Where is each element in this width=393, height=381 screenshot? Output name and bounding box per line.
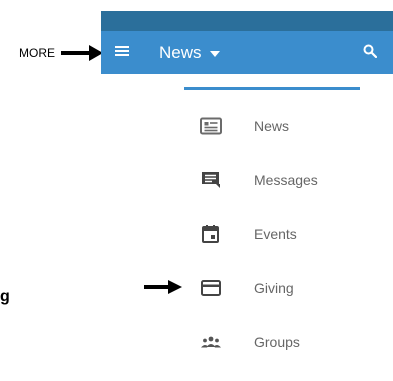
menu-item-news[interactable]: News [184,111,384,141]
search-icon[interactable] [363,44,377,58]
hamburger-menu-icon[interactable] [115,45,129,57]
events-icon [202,225,219,243]
menu-item-label: News [254,118,290,134]
messages-icon [202,172,220,188]
giving-annotation-arrow [144,280,182,294]
status-bar [101,11,393,31]
section-dropdown[interactable]: News [159,41,220,65]
menu-item-label: Messages [254,172,318,188]
giving-icon [201,280,221,296]
app-bar-title: News [159,43,202,62]
more-annotation-arrow [61,45,103,61]
menu-item-messages[interactable]: Messages [184,165,384,195]
menu-item-label: Groups [254,334,300,350]
menu-item-events[interactable]: Events [184,219,384,249]
app-bar: News [101,31,393,74]
menu-item-label: Giving [254,280,294,296]
groups-icon [201,336,221,348]
more-annotation-label: MORE [19,46,55,60]
menu-item-giving[interactable]: Giving [184,273,384,303]
menu-item-label: Events [254,226,297,242]
menu-item-groups[interactable]: Groups [184,327,384,357]
caret-down-icon [209,51,220,57]
partial-text: g [0,288,10,305]
dropdown-top-border [184,87,360,90]
news-icon [200,117,222,135]
